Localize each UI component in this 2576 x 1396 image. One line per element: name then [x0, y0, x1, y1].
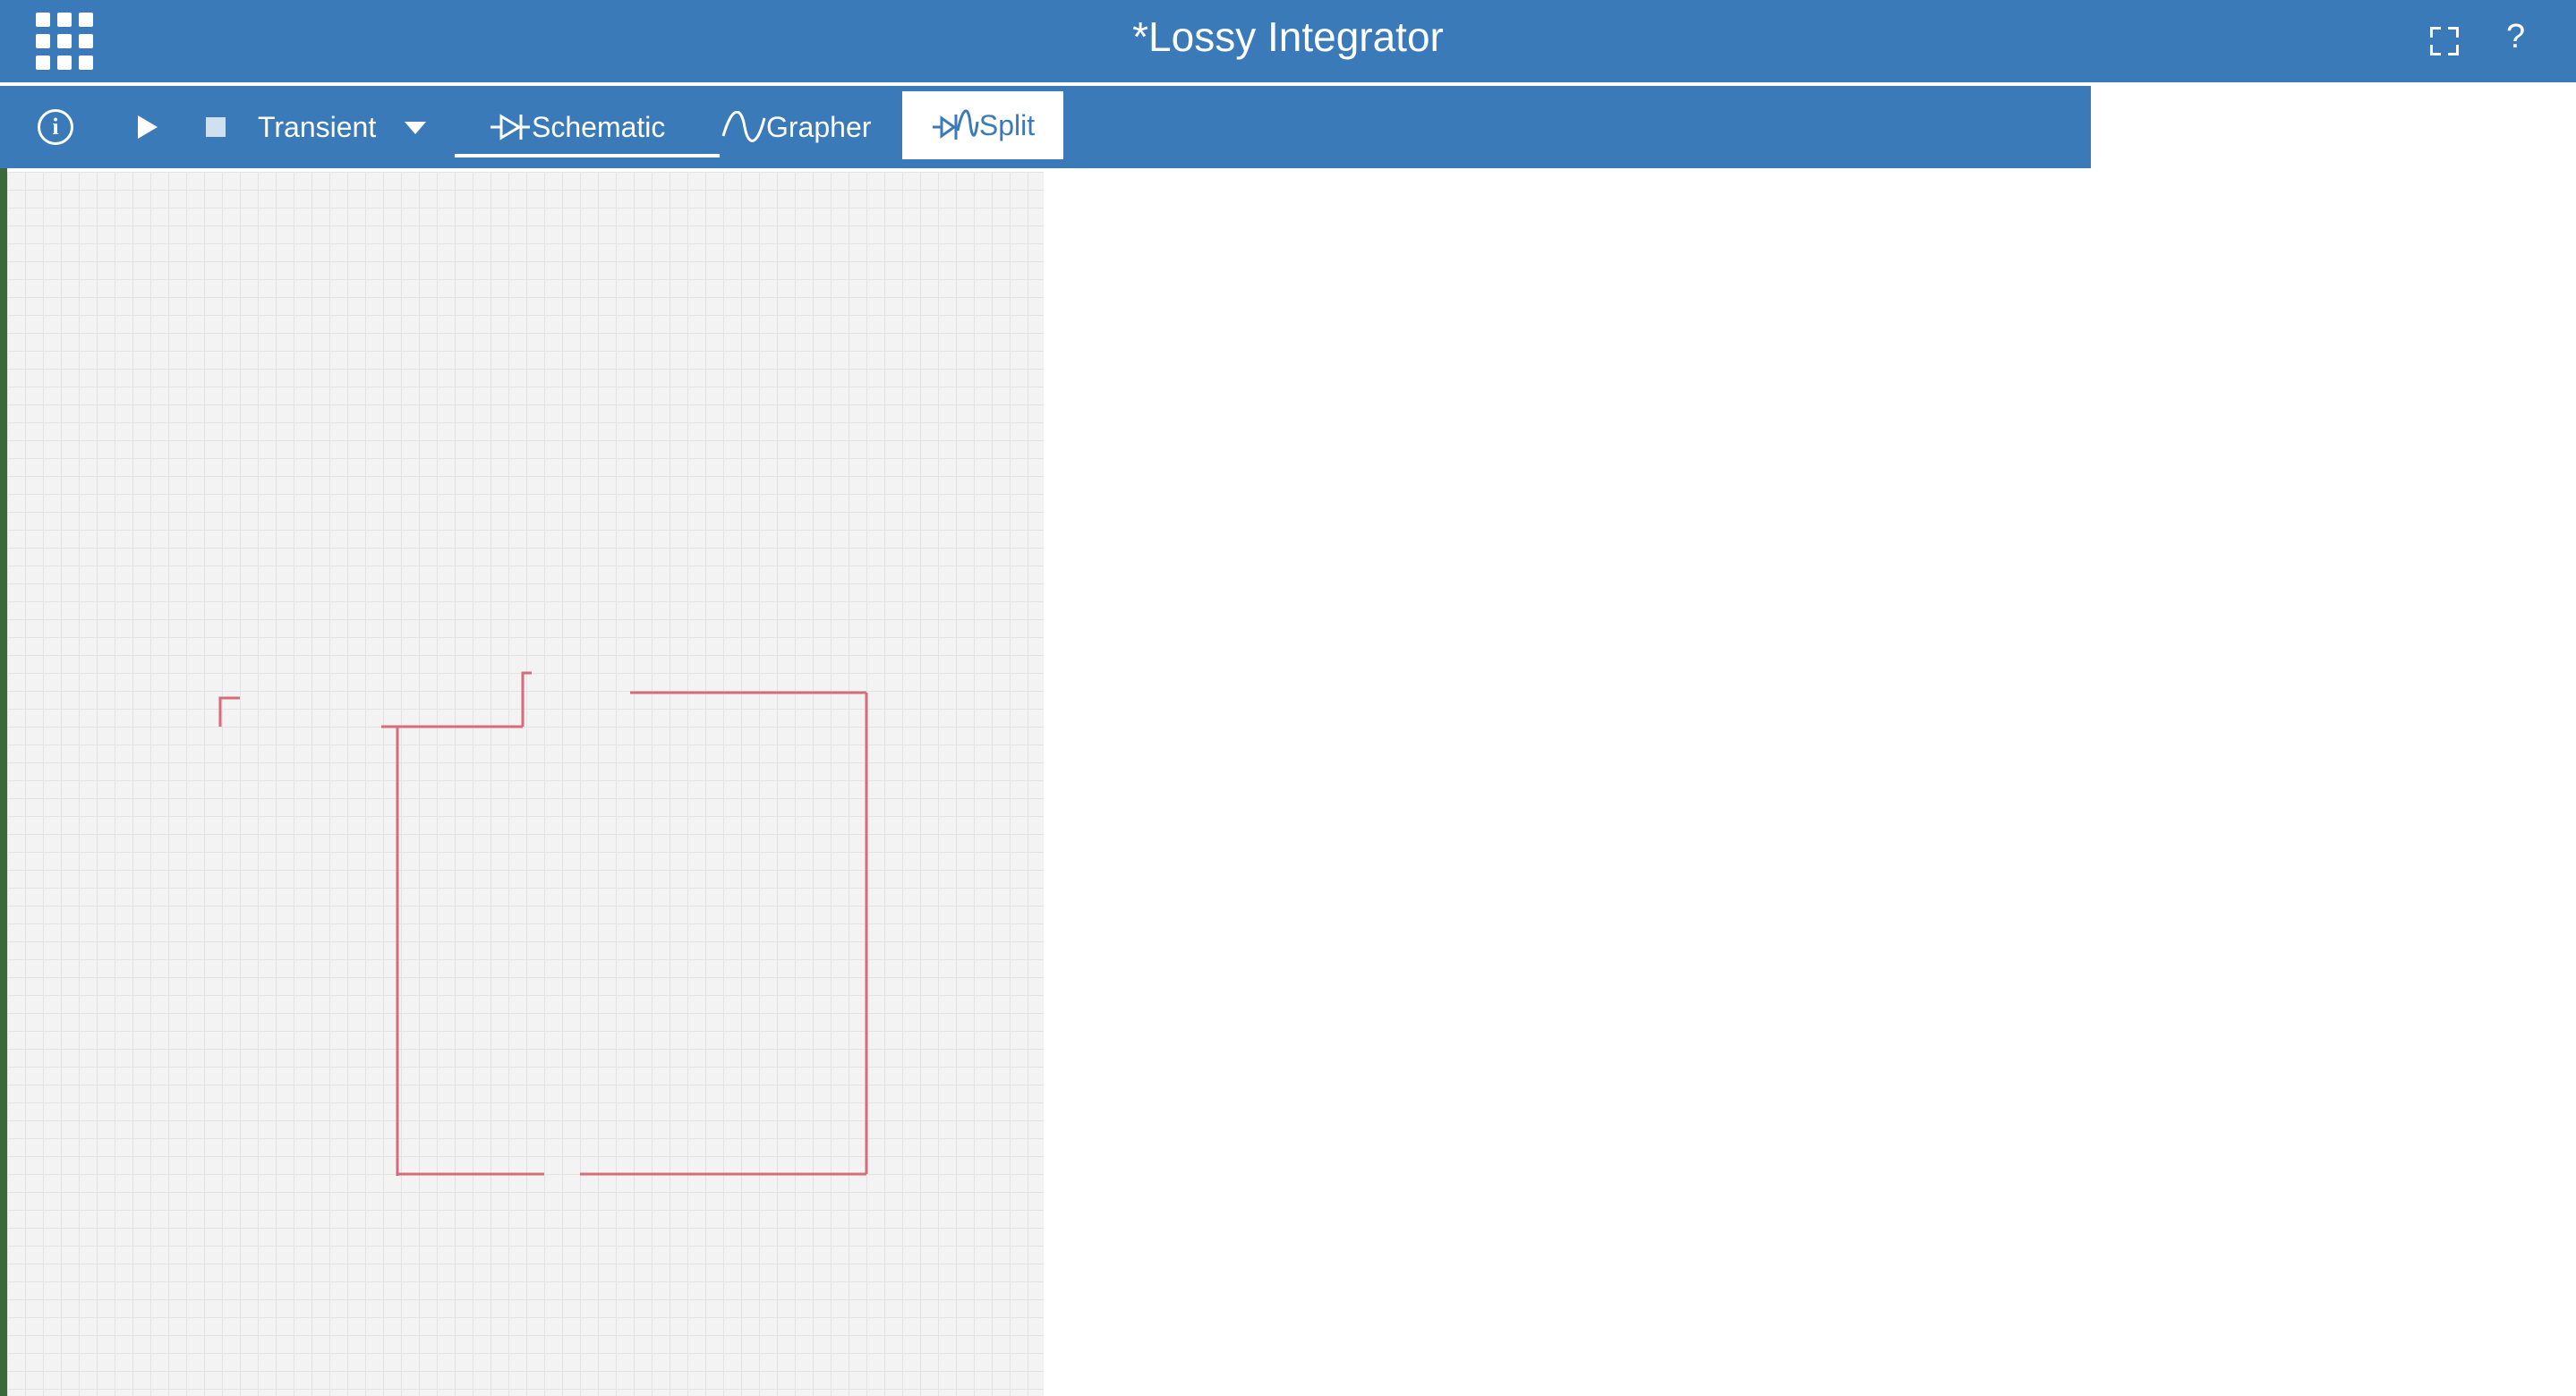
main-toolbar: i Transient Schematic Grapher Split [0, 86, 2091, 168]
tab-schematic-label: Schematic [532, 110, 666, 143]
sine-wave-icon [721, 111, 766, 142]
tab-split-label: Split [978, 108, 1036, 141]
app-window: *Lossy Integrator ? i Transient Schemati… [0, 0, 2576, 1396]
schematic-canvas[interactable] [7, 172, 1044, 1396]
document-title: *Lossy Integrator [1132, 13, 1444, 60]
chevron-down-icon [405, 122, 427, 134]
analysis-type-label: Transient [258, 110, 377, 143]
circuit-diagram [218, 671, 868, 1176]
tab-grapher[interactable]: Grapher [721, 86, 871, 168]
title-bar: *Lossy Integrator ? [0, 0, 2576, 82]
active-tab-underline [455, 154, 720, 157]
window-edge [0, 168, 7, 1396]
circuit-wires [218, 671, 868, 1176]
info-button[interactable]: i [38, 86, 73, 168]
play-icon [138, 115, 158, 139]
split-view-icon [932, 109, 979, 140]
schematic-icon [490, 114, 530, 140]
stop-icon [206, 117, 226, 137]
stop-button[interactable] [204, 86, 227, 168]
run-button[interactable] [134, 86, 159, 168]
analysis-type-dropdown[interactable]: Transient [258, 86, 428, 168]
tab-split[interactable]: Split [902, 91, 1063, 159]
tab-grapher-label: Grapher [766, 110, 872, 143]
help-button[interactable]: ? [2506, 18, 2525, 56]
fullscreen-icon[interactable] [2430, 27, 2459, 55]
info-icon: i [38, 109, 73, 145]
